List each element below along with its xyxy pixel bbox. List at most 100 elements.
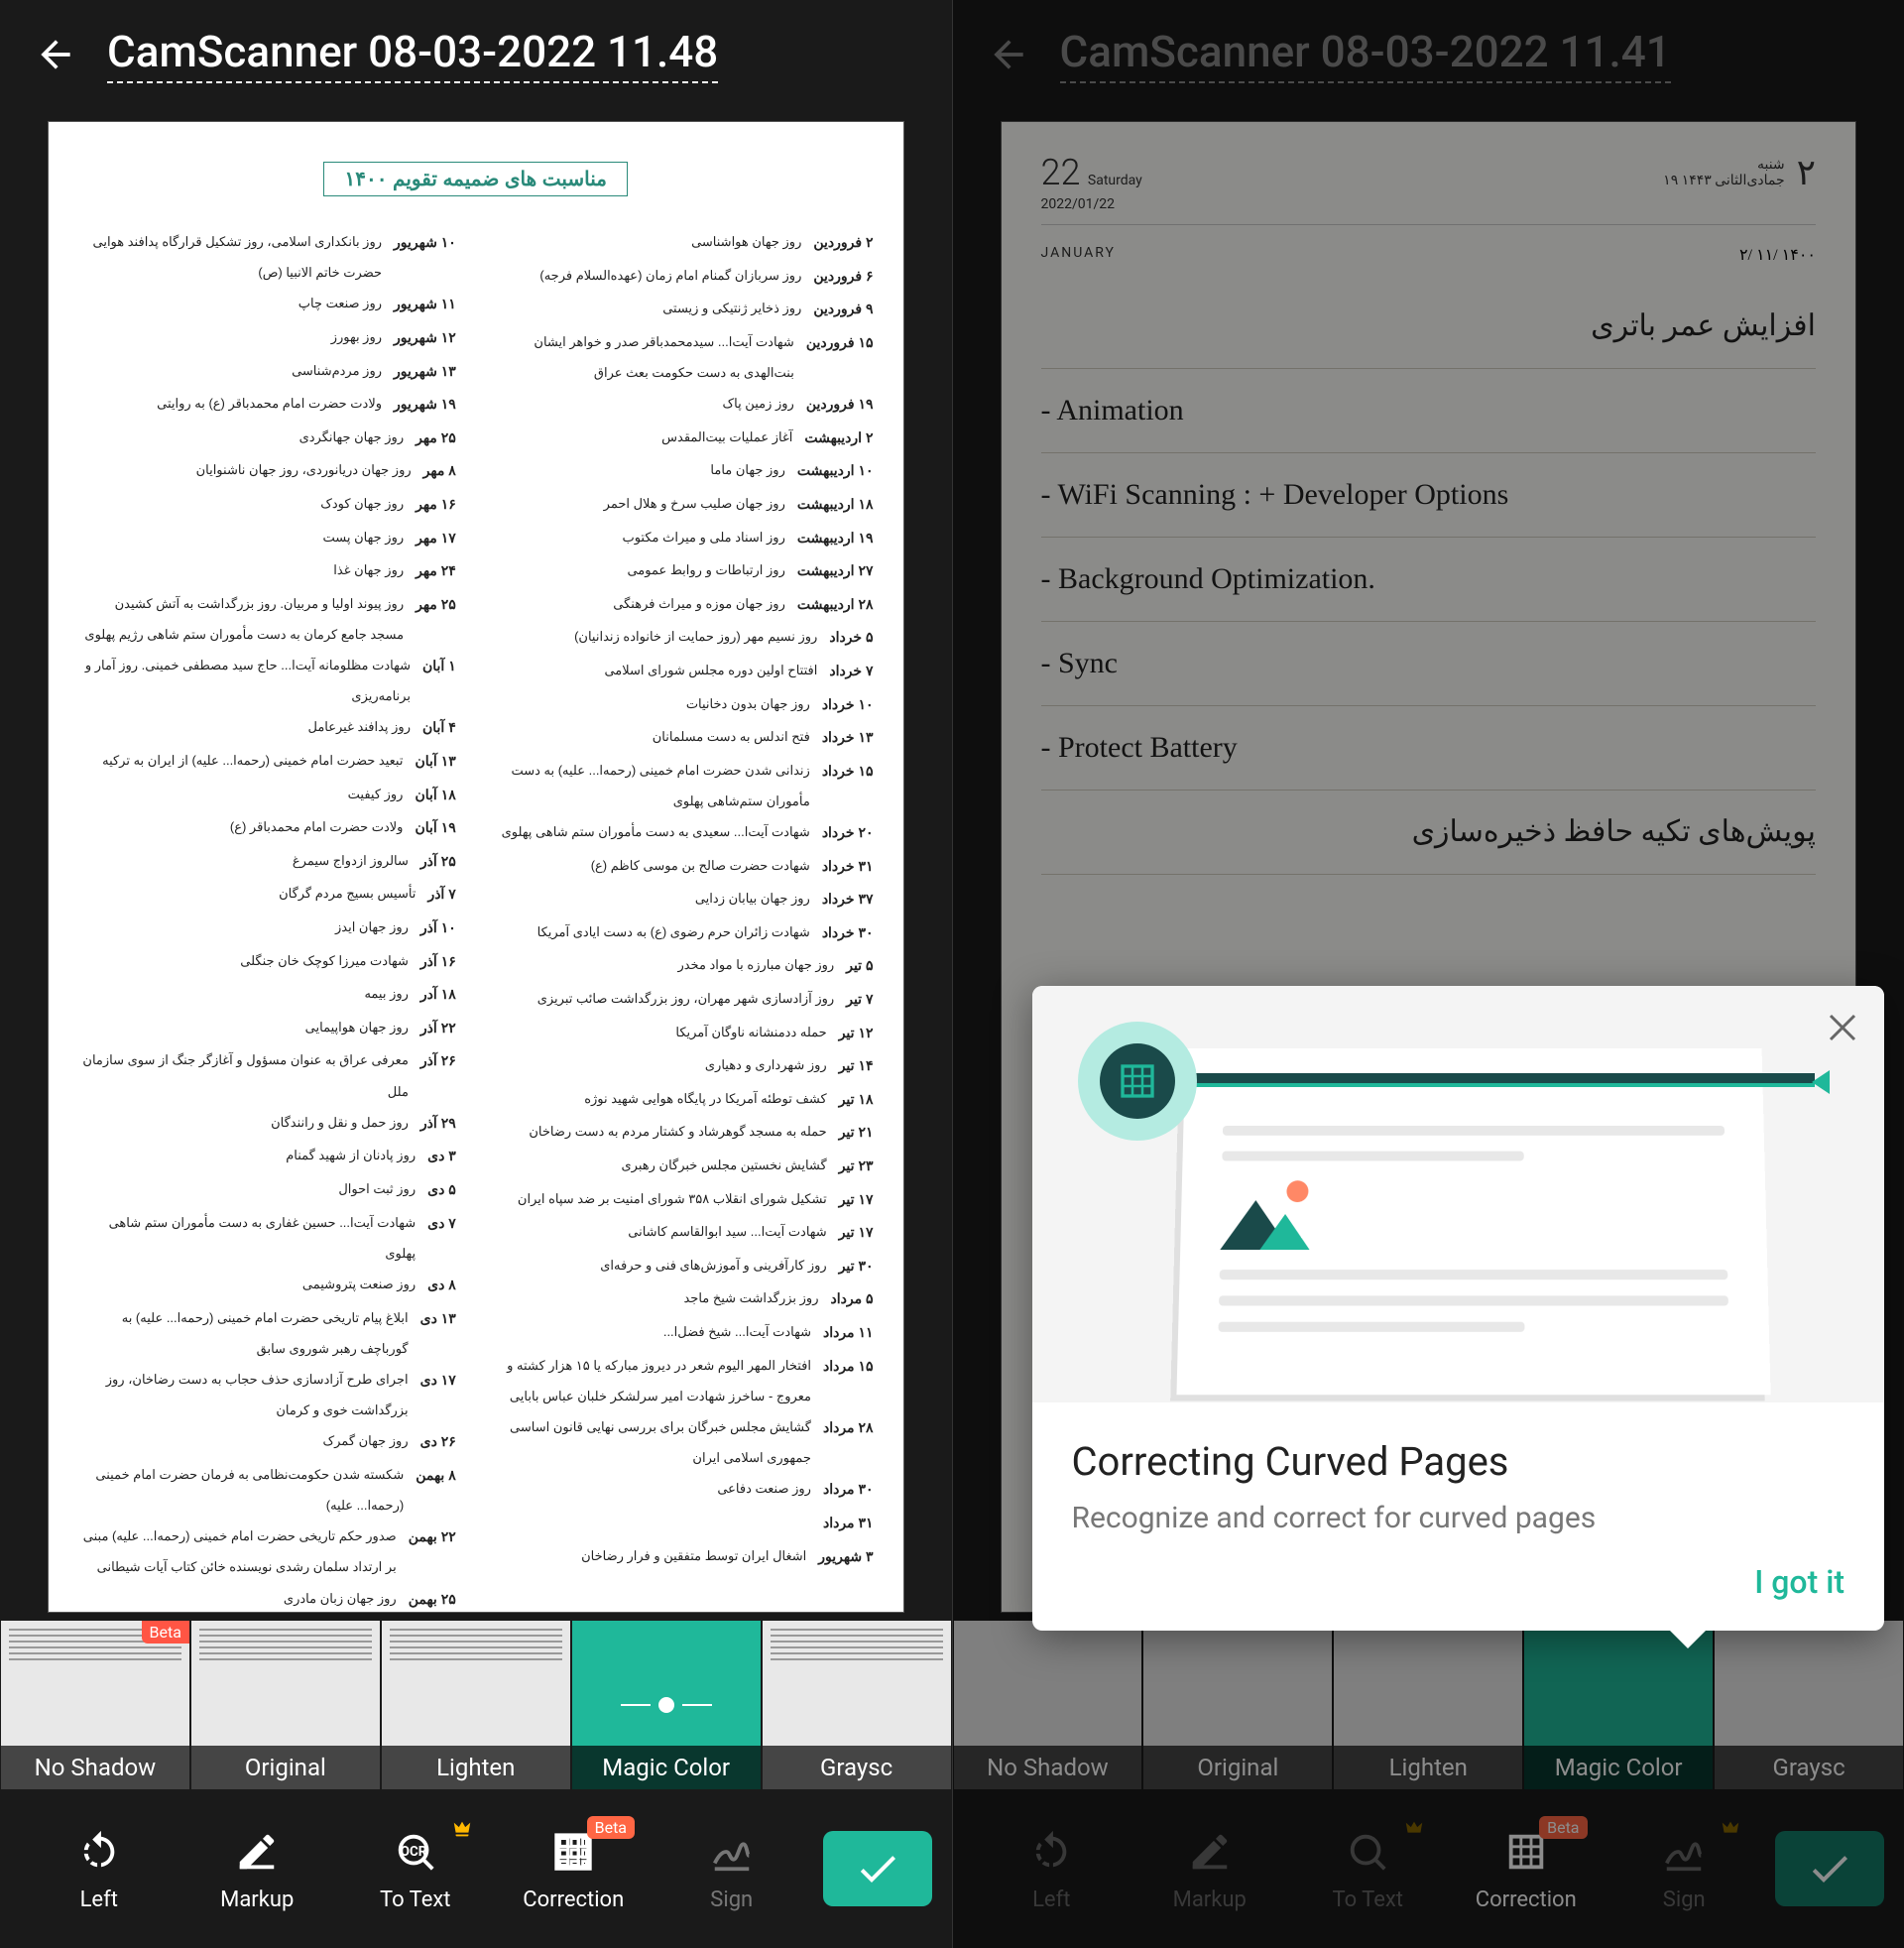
document-content: مناسبت های ضمیمه تقویم ۱۴۰۰ ۲ فروردینروز… bbox=[49, 122, 903, 1612]
popup-title: Correcting Curved Pages bbox=[1072, 1438, 1845, 1485]
calendar-row: ۹ فروردینروز ذخایر ژنتیکی و زیستی bbox=[496, 293, 874, 326]
svg-text:OCR: OCR bbox=[401, 1844, 427, 1859]
doc-heading: مناسبت های ضمیمه تقویم ۱۴۰۰ bbox=[323, 162, 628, 196]
calendar-row: ۱۸ آبانروز کیفیت bbox=[78, 779, 456, 812]
markup-icon bbox=[1187, 1829, 1233, 1875]
calendar-row: ۲۵ مهرروز جهان جهانگردی bbox=[78, 422, 456, 455]
document-preview[interactable]: مناسبت های ضمیمه تقویم ۱۴۰۰ ۲ فروردینروز… bbox=[48, 121, 904, 1613]
tool-signature[interactable]: Sign bbox=[653, 1826, 811, 1912]
grid-icon bbox=[1118, 1061, 1157, 1101]
confirm-button[interactable] bbox=[1775, 1831, 1884, 1906]
ocr-icon: OCR bbox=[393, 1829, 438, 1875]
calendar-row: ۳۱ مرداد bbox=[496, 1507, 874, 1540]
calendar-row: ۸ دیروز صنعت پتروشیمی bbox=[78, 1269, 456, 1302]
tool-to-text[interactable]: OCR To Text bbox=[336, 1826, 495, 1912]
document-title[interactable]: CamScanner 08-03-2022 11.48 bbox=[107, 26, 718, 83]
header: CamScanner 08-03-2022 11.48 bbox=[0, 0, 952, 109]
calendar-row: ۳۰ مردادروز صنعت دفاعی bbox=[496, 1473, 874, 1507]
calendar-row: ۷ آذرتأسیس بسیج مردم گرگان bbox=[78, 878, 456, 912]
calendar-row: ۱۹ فروردینروز زمین پاک bbox=[496, 388, 874, 422]
popup-arrow bbox=[1668, 1629, 1708, 1648]
tool-correction[interactable]: Beta Correction bbox=[1447, 1826, 1606, 1912]
filter-strip: Beta No Shadow Original Lighten Magic Co… bbox=[0, 1621, 952, 1789]
filter-grayscale[interactable]: Graysc bbox=[1714, 1621, 1904, 1789]
calendar-row: ۲۷ اردیبهشتروز ارتباطات و روابط عمومی bbox=[496, 554, 874, 588]
calendar-row: ۲۱ تیرحمله به مسجد گوهرشاد و کشتار مردم … bbox=[496, 1116, 874, 1150]
filter-noshadow[interactable]: Beta No Shadow bbox=[0, 1621, 190, 1789]
beta-badge: Beta bbox=[142, 1621, 189, 1644]
header: CamScanner 08-03-2022 11.41 bbox=[953, 0, 1904, 109]
calendar-row: ۳ دیروز پادنان از شهید گمنام bbox=[78, 1140, 456, 1173]
beta-badge: Beta bbox=[587, 1816, 635, 1839]
calendar-row: ۲ فروردینروز جهان هواشناسی bbox=[496, 226, 874, 260]
calendar-row: ۱۸ اردیبهشتروز جهان صلیب سرخ و هلال احمر bbox=[496, 488, 874, 522]
tool-markup[interactable]: Markup bbox=[178, 1826, 337, 1912]
tool-rotate-left[interactable]: Left bbox=[973, 1826, 1131, 1912]
calendar-row: ۱۹ شهریورولادت حضرت امام محمدباقر (ع) به… bbox=[78, 388, 456, 422]
calendar-row: ۲۲ بهمنصدور حکم تاریخی حضرت امام خمینی (… bbox=[78, 1521, 456, 1582]
confirm-button[interactable] bbox=[823, 1831, 932, 1906]
back-button[interactable] bbox=[985, 31, 1032, 78]
calendar-row: ۱۷ تیرشهادت آیت‌ا... سید ابوالقاسم کاشان… bbox=[496, 1216, 874, 1250]
calendar-row: ۳۰ خردادشهادت زائران حرم رضوی (ع) به دست… bbox=[496, 916, 874, 950]
calendar-row: ۱۵ فروردینشهادت آیت‌ا... سیدمحمدباقر صدر… bbox=[496, 326, 874, 388]
tool-rotate-left[interactable]: Left bbox=[20, 1826, 178, 1912]
calendar-row: ۱۱ مردادشهادت آیت‌ا... شیخ فضل‌ا... bbox=[496, 1316, 874, 1350]
calendar-row: ۴ آبانروز پدافند غیرعامل bbox=[78, 711, 456, 745]
calendar-row: ۲۶ آذرمعرفی عراق به عنوان مسؤول و آغازگر… bbox=[78, 1044, 456, 1106]
left-pane: CamScanner 08-03-2022 11.48 مناسبت های ض… bbox=[0, 0, 953, 1948]
calendar-row: ۱۳ شهریورروز مردم‌شناسی bbox=[78, 355, 456, 389]
filter-original[interactable]: Original bbox=[1142, 1621, 1333, 1789]
calendar-row: ۱۶ آذرشهادت میرزا کوچک خان جنگلی bbox=[78, 945, 456, 979]
filter-noshadow[interactable]: No Shadow bbox=[953, 1621, 1143, 1789]
calendar-row: ۲۰ خردادشهادت آیت‌ا... سعیدی به دست مأمو… bbox=[496, 816, 874, 850]
correction-popup: Correcting Curved Pages Recognize and co… bbox=[1032, 986, 1885, 1631]
tool-correction[interactable]: Beta Correction bbox=[495, 1826, 654, 1912]
calendar-row: ۱۶ مهرروز جهان کودک bbox=[78, 488, 456, 522]
close-icon bbox=[1825, 1010, 1860, 1045]
filter-grayscale[interactable]: Graysc bbox=[762, 1621, 952, 1789]
calendar-row: ۷ دیشهادت آیت‌ا... حسین غفاری به دست مأم… bbox=[78, 1207, 456, 1269]
filter-magic-color[interactable]: Magic Color bbox=[571, 1621, 762, 1789]
calendar-row: ۵ دیروز ثبت احوال bbox=[78, 1173, 456, 1207]
handwritten-line: - WiFi Scanning : + Developer Options bbox=[1041, 453, 1817, 538]
tool-signature[interactable]: Sign bbox=[1606, 1826, 1764, 1912]
popup-description: Recognize and correct for curved pages bbox=[1072, 1501, 1845, 1535]
calendar-row: ۱۲ شهریورروز بهورز bbox=[78, 321, 456, 355]
calendar-row: ۵ خردادروز نسیم مهر (روز حمایت از خانواد… bbox=[496, 621, 874, 655]
document-title[interactable]: CamScanner 08-03-2022 11.41 bbox=[1060, 26, 1671, 83]
tool-to-text[interactable]: To Text bbox=[1289, 1826, 1448, 1912]
popup-close-button[interactable] bbox=[1825, 1010, 1860, 1045]
handwritten-line: - Sync bbox=[1041, 622, 1817, 706]
calendar-row: ۱۷ تیرتشکیل شورای انقلاب ۳۵۸ شورای امنیت… bbox=[496, 1183, 874, 1217]
calendar-row: ۱۴ تیرروز شهرداری و دهیاری bbox=[496, 1049, 874, 1083]
filter-original[interactable]: Original bbox=[190, 1621, 381, 1789]
calendar-row: ۱۵ خردادزندانی شدن حضرت امام خمینی (رحمه… bbox=[496, 755, 874, 816]
crown-icon bbox=[1403, 1818, 1425, 1840]
handwritten-line: - Animation bbox=[1041, 369, 1817, 453]
popup-illustration bbox=[1032, 986, 1885, 1402]
calendar-row: ۲۵ بهمنروز جهان زبان مادری bbox=[78, 1583, 456, 1613]
handwritten-line: - Background Optimization. bbox=[1041, 538, 1817, 622]
calendar-column-left: ۱۰ شهریورروز بانکداری اسلامی، روز تشکیل … bbox=[78, 226, 456, 1613]
ocr-icon bbox=[1345, 1829, 1390, 1875]
calendar-row: ۶ فروردینروز سربازان گمنام امام زمان (عه… bbox=[496, 260, 874, 294]
calendar-row: ۱۸ تیرکشف توطئه آمریکا در پایگاه هوایی ش… bbox=[496, 1083, 874, 1117]
bottom-toolbar: Left Markup To Text Beta Correction Sign bbox=[953, 1789, 1904, 1948]
calendar-row: ۳۰ تیرروز کارآفرینی و آموزش‌های فنی و حر… bbox=[496, 1250, 874, 1283]
popup-confirm-button[interactable]: I got it bbox=[1032, 1563, 1885, 1631]
calendar-row: ۲۵ مهرروز پیوند اولیا و مربیان. روز بزرگ… bbox=[78, 588, 456, 650]
beta-badge: Beta bbox=[1539, 1816, 1587, 1839]
calendar-row: ۱۹ آبانولادت حضرت امام محمدباقر (ع) bbox=[78, 811, 456, 845]
calendar-row: ۷ خردادافتتاح اولین دوره مجلس شورای اسلا… bbox=[496, 655, 874, 688]
tool-markup[interactable]: Markup bbox=[1130, 1826, 1289, 1912]
calendar-row: ۸ مهرروز جهان دریانوردی، روز جهان ناشنوا… bbox=[78, 454, 456, 488]
calendar-row: ۱۵ مردادافتخار المهر الیوم شعر در دیروز … bbox=[496, 1350, 874, 1411]
calendar-row: ۷ تیرروز آزادسازی شهر مهران، روز بزرگداش… bbox=[496, 983, 874, 1017]
calendar-row: ۱۱ شهریورروز صنعت چاپ bbox=[78, 288, 456, 321]
filter-lighten[interactable]: Lighten bbox=[381, 1621, 571, 1789]
back-button[interactable] bbox=[32, 31, 79, 78]
filter-strip: No Shadow Original Lighten Magic Color G… bbox=[953, 1621, 1904, 1789]
calendar-row: ۱۳ دیابلاغ پیام تاریخی حضرت امام خمینی (… bbox=[78, 1302, 456, 1364]
filter-lighten[interactable]: Lighten bbox=[1333, 1621, 1523, 1789]
